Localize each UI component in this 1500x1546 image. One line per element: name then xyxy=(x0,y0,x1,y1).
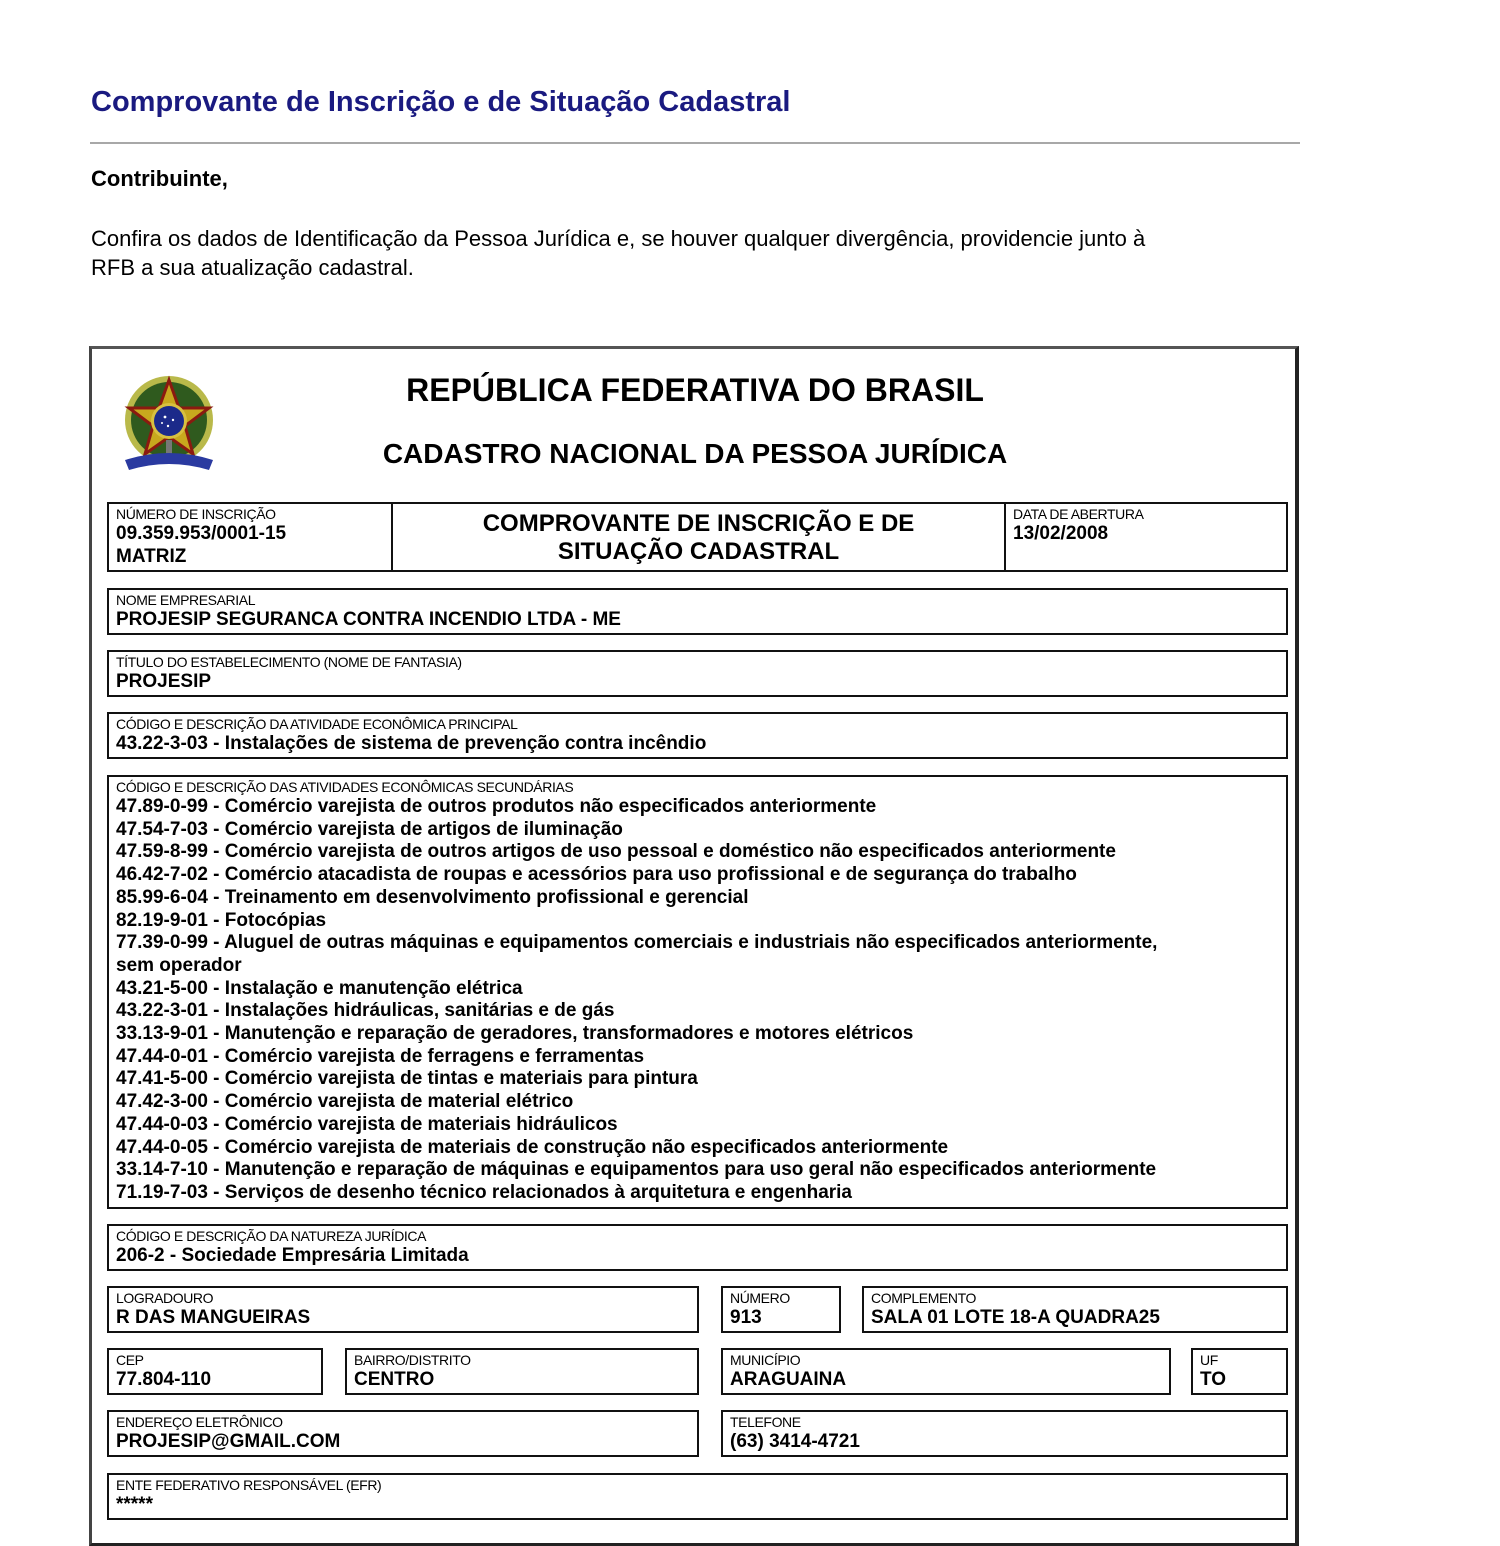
secondary-activity-item: 46.42-7-02 - Comércio atacadista de roup… xyxy=(116,864,1077,886)
district-label: BAIRRO/DISTRITO xyxy=(354,1352,471,1368)
company-name-label: NOME EMPRESARIAL xyxy=(116,592,256,608)
address-number-box: NÚMERO 913 xyxy=(721,1286,841,1333)
trade-name-box: TÍTULO DO ESTABELECIMENTO (NOME DE FANTA… xyxy=(107,650,1288,697)
opening-date-box: DATA DE ABERTURA 13/02/2008 xyxy=(1004,502,1288,572)
intro-line-1: Confira os dados de Identificação da Pes… xyxy=(91,226,1146,251)
registration-number-box: NÚMERO DE INSCRIÇÃO 09.359.953/0001-15 M… xyxy=(107,502,393,572)
secondary-activity-item: 85.99-6-04 - Treinamento em desenvolvime… xyxy=(116,886,749,908)
efr-box: ENTE FEDERATIVO RESPONSÁVEL (EFR) ***** xyxy=(107,1473,1288,1520)
cep-box: CEP 77.804-110 xyxy=(107,1348,323,1395)
secondary-activity-item: 47.89-0-99 - Comércio varejista de outro… xyxy=(116,796,877,817)
secondary-activities-box: CÓDIGO E DESCRIÇÃO DAS ATIVIDADES ECONÔM… xyxy=(107,775,1288,1209)
registration-number: 09.359.953/0001-15 xyxy=(116,523,287,544)
company-name-box: NOME EMPRESARIAL PROJESIP SEGURANCA CONT… xyxy=(107,588,1288,635)
secondary-activity-item: 43.22-3-01 - Instalações hidráulicas, sa… xyxy=(116,1000,615,1022)
phone: (63) 3414-4721 xyxy=(730,1431,860,1452)
legal-nature: 206-2 - Sociedade Empresária Limitada xyxy=(116,1245,469,1266)
registration-type: MATRIZ xyxy=(116,545,187,567)
street-box: LOGRADOURO R DAS MANGUEIRAS xyxy=(107,1286,699,1333)
intro-text: Confira os dados de Identificação da Pes… xyxy=(91,224,1291,282)
main-activity-box: CÓDIGO E DESCRIÇÃO DA ATIVIDADE ECONÔMIC… xyxy=(107,712,1288,759)
secondary-activities-list: 47.89-0-99 - Comércio varejista de outro… xyxy=(116,796,1279,1205)
secondary-activity-item: 47.54-7-03 - Comércio varejista de artig… xyxy=(116,818,623,840)
legal-nature-box: CÓDIGO E DESCRIÇÃO DA NATUREZA JURÍDICA … xyxy=(107,1224,1288,1271)
street: R DAS MANGUEIRAS xyxy=(116,1307,311,1328)
secondary-activities-label: CÓDIGO E DESCRIÇÃO DAS ATIVIDADES ECONÔM… xyxy=(116,779,574,795)
trade-name-label: TÍTULO DO ESTABELECIMENTO (NOME DE FANTA… xyxy=(116,654,462,670)
cep: 77.804-110 xyxy=(116,1369,212,1390)
main-activity: 43.22-3-03 - Instalações de sistema de p… xyxy=(116,733,707,754)
district-box: BAIRRO/DISTRITO CENTRO xyxy=(345,1348,699,1395)
cep-label: CEP xyxy=(116,1352,144,1368)
email-label: ENDEREÇO ELETRÔNICO xyxy=(116,1414,283,1430)
legal-nature-label: CÓDIGO E DESCRIÇÃO DA NATUREZA JURÍDICA xyxy=(116,1228,427,1244)
trade-name: PROJESIP xyxy=(116,671,212,692)
document-title-box: COMPROVANTE DE INSCRIÇÃO E DE SITUAÇÃO C… xyxy=(391,502,1006,572)
secondary-activity-item: 47.41-5-00 - Comércio varejista de tinta… xyxy=(116,1068,698,1090)
secondary-activity-item: 43.21-5-00 - Instalação e manutenção elé… xyxy=(116,977,523,999)
document-title: COMPROVANTE DE INSCRIÇÃO E DE SITUAÇÃO C… xyxy=(400,506,997,566)
district: CENTRO xyxy=(354,1369,435,1390)
efr: ***** xyxy=(116,1494,153,1515)
intro-line-2: RFB a sua atualização cadastral. xyxy=(91,255,414,280)
registration-number-label: NÚMERO DE INSCRIÇÃO xyxy=(116,506,276,522)
page-title: Comprovante de Inscrição e de Situação C… xyxy=(91,86,791,118)
city-label: MUNICÍPIO xyxy=(730,1352,801,1368)
uf: TO xyxy=(1200,1369,1227,1390)
email-box: ENDEREÇO ELETRÔNICO PROJESIP@GMAIL.COM xyxy=(107,1410,699,1457)
uf-label: UF xyxy=(1200,1352,1218,1368)
company-name: PROJESIP SEGURANCA CONTRA INCENDIO LTDA … xyxy=(116,609,621,630)
city: ARAGUAINA xyxy=(730,1369,847,1390)
secondary-activity-item: 47.44-0-05 - Comércio varejista de mater… xyxy=(116,1136,949,1158)
phone-box: TELEFONE (63) 3414-4721 xyxy=(721,1410,1288,1457)
address-number: 913 xyxy=(730,1307,762,1328)
secondary-activity-item: 47.42-3-00 - Comércio varejista de mater… xyxy=(116,1091,574,1113)
secondary-activity-item: 47.44-0-01 - Comércio varejista de ferra… xyxy=(116,1045,645,1067)
email: PROJESIP@GMAIL.COM xyxy=(116,1431,341,1452)
header-cnpj: CADASTRO NACIONAL DA PESSOA JURÍDICA xyxy=(382,438,1008,469)
opening-date: 13/02/2008 xyxy=(1013,523,1109,544)
secondary-activity-item: 82.19-9-01 - Fotocópias xyxy=(116,909,327,931)
main-activity-label: CÓDIGO E DESCRIÇÃO DA ATIVIDADE ECONÔMIC… xyxy=(116,716,518,732)
secondary-activity-item: 77.39-0-99 - Aluguel de outras máquinas … xyxy=(116,932,1158,954)
secondary-activity-item: 47.59-8-99 - Comércio varejista de outro… xyxy=(116,841,1116,863)
city-box: MUNICÍPIO ARAGUAINA xyxy=(721,1348,1171,1395)
efr-label: ENTE FEDERATIVO RESPONSÁVEL (EFR) xyxy=(116,1477,382,1493)
uf-box: UF TO xyxy=(1191,1348,1288,1395)
complement-box: COMPLEMENTO SALA 01 LOTE 18-A QUADRA25 xyxy=(862,1286,1288,1333)
phone-label: TELEFONE xyxy=(730,1414,801,1430)
header-republic: REPÚBLICA FEDERATIVA DO BRASIL xyxy=(406,372,984,408)
secondary-activity-item: 47.44-0-03 - Comércio varejista de mater… xyxy=(116,1113,618,1135)
secondary-activity-item: 33.14-7-10 - Manutenção e reparação de m… xyxy=(116,1159,1157,1181)
complement-label: COMPLEMENTO xyxy=(871,1290,977,1306)
secondary-activity-item: 71.19-7-03 - Serviços de desenho técnico… xyxy=(116,1181,852,1203)
opening-date-label: DATA DE ABERTURA xyxy=(1013,506,1144,522)
address-number-label: NÚMERO xyxy=(730,1290,790,1306)
document-title-line-2: SITUAÇÃO CADASTRAL xyxy=(557,538,840,565)
street-label: LOGRADOURO xyxy=(116,1290,214,1306)
secondary-activity-item: 33.13-9-01 - Manutenção e reparação de g… xyxy=(116,1023,914,1045)
complement: SALA 01 LOTE 18-A QUADRA25 xyxy=(871,1307,1160,1328)
brazil-coat-of-arms-icon xyxy=(124,375,214,470)
document-title-line-1: COMPROVANTE DE INSCRIÇÃO E DE xyxy=(482,510,915,537)
secondary-activity-item: sem operador xyxy=(116,954,242,976)
greeting: Contribuinte, xyxy=(91,166,228,191)
title-divider xyxy=(90,142,1300,144)
